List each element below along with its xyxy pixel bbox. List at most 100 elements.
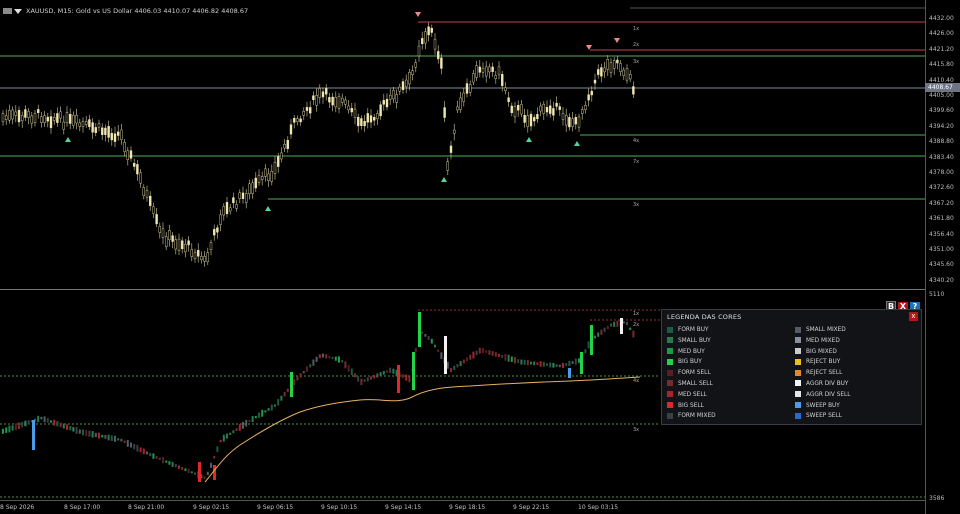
- candle-body: [584, 105, 587, 110]
- candle-body: [510, 105, 513, 114]
- candle-body: [376, 113, 379, 120]
- delta-bar: [632, 330, 635, 338]
- delta-bar: [370, 376, 372, 380]
- delta-bar: [373, 375, 376, 379]
- price-tick-label: 4361.80: [929, 215, 954, 223]
- candle-body: [168, 230, 171, 240]
- delta-bar: [629, 327, 632, 330]
- candle-body: [81, 121, 85, 127]
- legend-item: SMALL MIXED: [795, 326, 851, 337]
- candle-body: [78, 122, 82, 127]
- delta-bar: [27, 420, 30, 425]
- candle-body: [318, 88, 321, 98]
- candle-body: [110, 132, 114, 141]
- delta-big-bar: [568, 368, 571, 378]
- price-tick-label: 4340.20: [929, 276, 954, 284]
- delta-bar: [405, 374, 408, 381]
- delta-bar: [517, 359, 520, 364]
- delta-bar: [424, 333, 427, 337]
- delta-bar: [549, 362, 552, 368]
- candle-body: [158, 226, 162, 233]
- level-label: 3x: [633, 202, 640, 208]
- price-tick-label: 4378.00: [929, 169, 954, 176]
- candle-body: [120, 129, 123, 140]
- delta-bar: [110, 435, 113, 441]
- delta-bar: [325, 354, 328, 359]
- delta-bar: [59, 422, 62, 428]
- buy-signal-marker: [65, 137, 71, 142]
- candle-body: [629, 74, 632, 80]
- delta-bar: [302, 371, 305, 374]
- delta-bar: [578, 358, 580, 363]
- candle-body: [603, 67, 606, 73]
- candle-body: [353, 108, 357, 118]
- candle-body: [225, 202, 229, 214]
- candle-body: [437, 51, 440, 60]
- delta-big-bar: [580, 352, 583, 374]
- delta-bar: [8, 425, 11, 433]
- candle-body: [433, 38, 437, 50]
- candle-body: [389, 94, 392, 100]
- candle-body: [302, 111, 305, 116]
- level-label: 4x: [633, 138, 640, 144]
- candle-body: [561, 113, 565, 120]
- candle-body: [1, 113, 5, 122]
- indicator-axis-bottom: 3586: [929, 495, 945, 502]
- candle-body: [17, 110, 21, 123]
- indicator-axis-top: 5110: [929, 291, 945, 298]
- color-swatch: [795, 326, 801, 333]
- candle-body: [241, 192, 245, 199]
- candle-body: [309, 107, 312, 114]
- candle-body: [174, 239, 178, 250]
- candle-body: [142, 187, 146, 196]
- legend-item: REJECT SELL: [795, 369, 851, 380]
- delta-bar: [606, 325, 609, 330]
- delta-bar: [494, 352, 497, 357]
- candle-body: [104, 127, 107, 135]
- candle-body: [382, 100, 385, 105]
- candle-body: [385, 98, 389, 108]
- candle-body: [72, 114, 75, 126]
- delta-bar: [162, 457, 164, 464]
- delta-bar: [264, 410, 267, 413]
- delta-bar: [178, 465, 180, 469]
- candle-body: [286, 139, 289, 149]
- candle-body: [53, 117, 56, 121]
- candle-body: [462, 92, 465, 102]
- delta-bar: [14, 423, 17, 431]
- candle-body: [606, 59, 609, 70]
- candle-body: [337, 96, 341, 109]
- delta-bar: [315, 356, 318, 362]
- candle-body: [91, 122, 94, 133]
- delta-bar: [270, 404, 273, 411]
- chart-canvas[interactable]: [0, 0, 960, 514]
- delta-bar: [274, 404, 276, 407]
- candle-body: [43, 115, 46, 124]
- legend-close-button[interactable]: x: [909, 312, 918, 321]
- delta-bar: [376, 373, 379, 378]
- candle-body: [37, 109, 40, 114]
- flag-icon: [3, 8, 12, 14]
- delta-bar: [242, 421, 244, 429]
- candle-body: [132, 162, 136, 167]
- delta-bar: [565, 362, 568, 366]
- candle-body: [27, 111, 30, 118]
- price-tick-label: 4421.20: [929, 45, 954, 53]
- delta-bar: [523, 359, 526, 365]
- delta-bar: [120, 438, 123, 442]
- candle-body: [212, 229, 216, 236]
- candle-body: [299, 118, 302, 123]
- delta-bar: [107, 434, 110, 441]
- dropdown-arrow-icon[interactable]: [14, 8, 22, 14]
- delta-bar: [40, 416, 43, 420]
- candle-body: [59, 111, 62, 119]
- candle-body: [33, 113, 37, 123]
- candle-body: [254, 177, 258, 189]
- delta-bar: [334, 356, 337, 361]
- candle-body: [40, 116, 43, 123]
- delta-bar: [24, 420, 27, 427]
- candle-body: [321, 91, 325, 98]
- legend-item: SMALL BUY: [667, 337, 716, 348]
- delta-bar: [206, 471, 209, 476]
- candle-body: [65, 112, 69, 124]
